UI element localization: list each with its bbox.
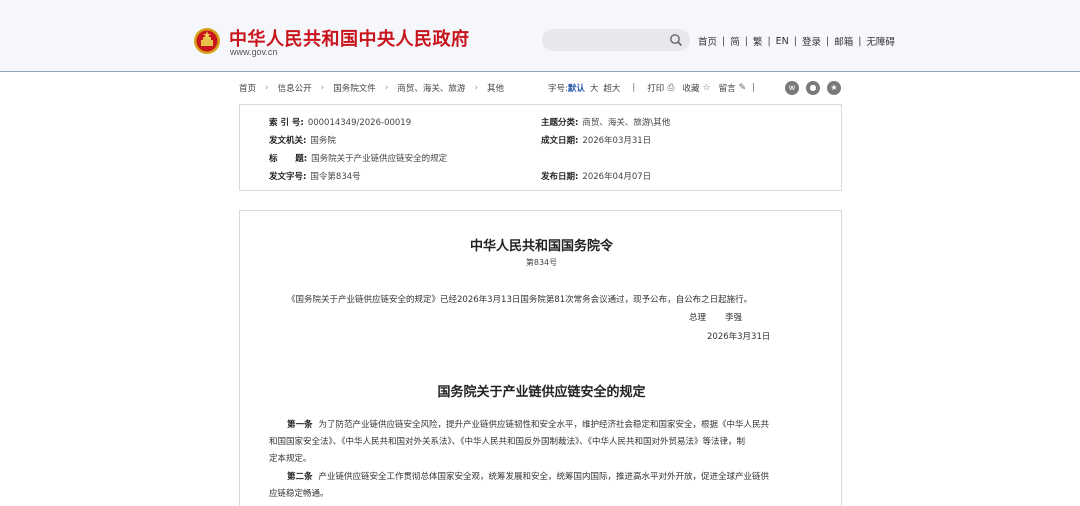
- topic-value: 商贸、海关、旅游\其他: [582, 118, 671, 128]
- doc-number-label: 发文字号:: [269, 172, 307, 182]
- breadcrumb: 首页 › 信息公开 › 国务院文件 › 商贸、海关、旅游 › 其他: [239, 82, 504, 94]
- share-icons: w ● ★: [785, 81, 841, 95]
- breadcrumb-trade-customs-tourism[interactable]: 商贸、海关、旅游: [397, 82, 465, 94]
- comment-button[interactable]: 留言: [719, 82, 736, 94]
- nav-separator: |: [858, 35, 862, 47]
- font-size-large-button[interactable]: 大: [590, 82, 599, 94]
- title-value: 国务院关于产业链供应链安全的规定: [311, 154, 448, 164]
- print-button[interactable]: 打印: [647, 82, 664, 94]
- signer-name: 李强: [725, 313, 743, 323]
- weibo-share-icon[interactable]: w: [785, 81, 799, 95]
- announcement-text: 《国务院关于产业链供应链安全的规定》已经2026年3月13日国务院第81次常务会…: [287, 295, 753, 305]
- regulation-title: 国务院关于产业链供应链安全的规定: [437, 385, 646, 400]
- topic-label: 主题分类:: [541, 118, 579, 128]
- nav-separator: |: [767, 35, 771, 47]
- breadcrumb-home[interactable]: 首页: [239, 82, 256, 94]
- article-label: 第一条: [287, 420, 313, 430]
- title-label: 标 题:: [269, 154, 308, 164]
- national-emblem-icon[interactable]: [193, 26, 221, 56]
- document-body: 中华人民共和国国务院令 第834号 《国务院关于产业链供应链安全的规定》已经20…: [239, 210, 842, 506]
- font-size-default-button[interactable]: 默认: [568, 82, 585, 94]
- nav-separator: |: [744, 35, 748, 47]
- nav-separator: |: [793, 35, 797, 47]
- index-number-value: 000014349/2026-00019: [307, 118, 412, 128]
- favorite-button[interactable]: 收藏: [683, 82, 700, 94]
- nav-traditional-link[interactable]: 繁: [753, 34, 763, 48]
- nav-simplified-link[interactable]: 简: [730, 34, 740, 48]
- font-size-label: 字号:: [548, 84, 568, 94]
- publish-date-value: 2026年04月07日: [582, 172, 652, 182]
- nav-separator: |: [825, 35, 830, 47]
- breadcrumb-state-council-docs[interactable]: 国务院文件: [333, 82, 376, 94]
- order-number: 第834号: [525, 258, 558, 267]
- site-url: www.gov.cn: [230, 47, 278, 57]
- pencil-icon[interactable]: ✎: [739, 83, 747, 93]
- chevron-right-icon: ›: [320, 83, 325, 93]
- chevron-right-icon: ›: [265, 83, 269, 93]
- order-title: 中华人民共和国国务院令: [469, 239, 613, 254]
- article-text: 和国国家安全法》、《中华人民共和国对外关系法》、《中华人民共和国反外国制裁法》、…: [269, 437, 746, 447]
- issuer-label: 发文机关:: [269, 136, 307, 146]
- article-paragraph: 第二条 产业链供应链安全工作贯彻总体国家安全观，统筹发展和安全，统筹国内国际，推进…: [269, 469, 814, 503]
- top-nav: 首页 | 简 | 繁 | EN | 登录 | 邮箱 | 无障碍: [698, 34, 895, 49]
- nav-english-link[interactable]: EN: [776, 36, 789, 47]
- publish-date-label: 发布日期:: [541, 172, 579, 182]
- chevron-right-icon: ›: [474, 83, 478, 93]
- toolbar-divider: |: [632, 83, 636, 93]
- article-paragraph: 第一条 为了防范产业链供应链安全风险，提升产业链供应链韧性和安全水平，维护经济社会…: [269, 417, 814, 468]
- doc-number-value: 国令第834号: [310, 172, 361, 182]
- article-toolbar: 字号: 默认 大 超大 | 打印 ⎙ 收藏 ☆ 留言 ✎ |: [548, 82, 761, 94]
- font-size-xlarge-button[interactable]: 超大: [603, 82, 620, 94]
- article-text: 为了防范产业链供应链安全风险，提升产业链供应链韧性和安全水平，维护经济社会稳定和…: [318, 420, 770, 430]
- index-number-label: 索 引 号:: [269, 118, 304, 128]
- qzone-share-icon[interactable]: ★: [827, 81, 841, 95]
- article-label: 第二条: [287, 472, 313, 482]
- star-outline-icon[interactable]: ☆: [703, 83, 711, 93]
- date-written-value: 2026年03月31日: [582, 136, 652, 146]
- nav-accessibility-link[interactable]: 无障碍: [866, 34, 895, 48]
- nav-mail-link[interactable]: 邮箱: [834, 34, 853, 48]
- nav-login-link[interactable]: 登录: [802, 34, 821, 48]
- search-icon[interactable]: [669, 33, 683, 47]
- article-text: 定本规定。: [269, 454, 312, 464]
- site-header: 中华人民共和国中央人民政府 www.gov.cn 首页 | 简 | 繁 | EN…: [0, 0, 1080, 72]
- search-input[interactable]: [542, 29, 690, 51]
- toolbar-divider: |: [752, 83, 756, 93]
- wechat-share-icon[interactable]: ●: [806, 81, 820, 95]
- breadcrumb-other[interactable]: 其他: [487, 82, 504, 94]
- nav-home-link[interactable]: 首页: [698, 34, 717, 48]
- article-text: 产业链供应链安全工作贯彻总体国家安全观，统筹发展和安全，统筹国内国际，推进高水平…: [318, 472, 770, 482]
- sign-date: 2026年3月31日: [707, 332, 771, 342]
- document-meta-box: 索 引 号: 000014349/2026-00019 主题分类: 商贸、海关、旅游…: [239, 104, 842, 191]
- signer-title: 总理: [689, 313, 707, 323]
- chevron-right-icon: ›: [384, 83, 389, 93]
- breadcrumb-info-disclosure[interactable]: 信息公开: [278, 82, 312, 94]
- date-written-label: 成文日期:: [541, 136, 579, 146]
- issuer-value: 国务院: [310, 136, 336, 146]
- printer-icon[interactable]: ⎙: [667, 83, 674, 93]
- article-text: 应链稳定畅通。: [269, 489, 329, 499]
- nav-separator: |: [722, 35, 726, 47]
